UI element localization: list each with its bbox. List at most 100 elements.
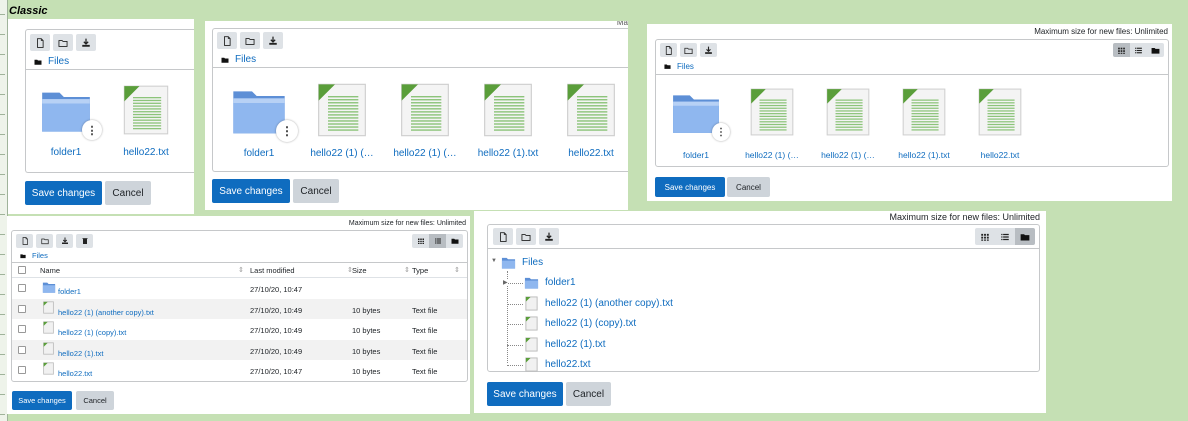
- grid-view-button[interactable]: [1113, 43, 1130, 57]
- tree-label[interactable]: hello22 (1).txt: [545, 339, 606, 350]
- table-row[interactable]: hello22.txt 27/10/20, 10:47 10 bytes Text f…: [12, 360, 467, 381]
- file-name[interactable]: folder1: [58, 287, 81, 296]
- new-file-button[interactable]: [493, 228, 513, 245]
- save-changes-button[interactable]: Save changes: [487, 382, 563, 406]
- new-folder-button[interactable]: [53, 34, 73, 51]
- file-name[interactable]: hello22 (1) (…: [387, 148, 463, 159]
- new-folder-button[interactable]: [36, 234, 53, 248]
- sort-icon[interactable]: ⇕: [454, 266, 460, 274]
- file-tile[interactable]: hello22 (1).txt: [478, 82, 538, 168]
- new-folder-button[interactable]: [240, 32, 260, 49]
- folder-tile[interactable]: ⋮ folder1: [668, 87, 730, 167]
- tree-view-button[interactable]: [1147, 43, 1164, 57]
- tree-view-button[interactable]: [1015, 228, 1035, 245]
- file-tile[interactable]: hello22.txt: [561, 82, 621, 168]
- file-name[interactable]: folder1: [30, 147, 102, 158]
- row-checkbox[interactable]: [18, 325, 26, 333]
- file-name[interactable]: hello22 (1).txt: [888, 150, 960, 160]
- table-row[interactable]: folder1 27/10/20, 10:47: [12, 278, 467, 299]
- save-changes-button[interactable]: Save changes: [25, 181, 102, 205]
- file-name[interactable]: hello22 (1) (…: [304, 148, 380, 159]
- file-name[interactable]: hello22 (1).txt: [470, 148, 546, 159]
- file-name[interactable]: folder1: [660, 150, 732, 160]
- table-row[interactable]: hello22 (1) (copy).txt 27/10/20, 10:49 10 …: [12, 319, 467, 340]
- file-tile[interactable]: hello22 (1) (…: [310, 82, 374, 168]
- tree-item[interactable]: hello22.txt: [524, 357, 591, 372]
- list-view-button[interactable]: [995, 228, 1015, 245]
- select-all-checkbox[interactable]: [18, 266, 26, 274]
- new-folder-button[interactable]: [516, 228, 536, 245]
- file-name[interactable]: folder1: [221, 148, 297, 159]
- file-name[interactable]: hello22.txt: [110, 147, 182, 158]
- file-tile[interactable]: hello22 (1).txt: [896, 87, 952, 167]
- cancel-button[interactable]: Cancel: [727, 177, 770, 197]
- grid-view-button[interactable]: [412, 234, 429, 248]
- breadcrumb-files[interactable]: Files: [235, 54, 256, 65]
- tree-item[interactable]: hello22 (1).txt: [524, 336, 606, 352]
- grid-view-button[interactable]: [975, 228, 995, 245]
- table-row[interactable]: hello22 (1).txt 27/10/20, 10:49 10 bytes Te…: [12, 339, 467, 360]
- sort-icon[interactable]: ⇕: [238, 266, 244, 274]
- column-header[interactable]: Name: [40, 266, 60, 275]
- folder-tile[interactable]: ⋮ folder1: [38, 84, 102, 166]
- column-header[interactable]: Size: [352, 266, 367, 275]
- new-file-button[interactable]: [30, 34, 50, 51]
- file-name[interactable]: hello22 (1) (…: [736, 150, 808, 160]
- list-view-button[interactable]: [1130, 43, 1147, 57]
- save-changes-button[interactable]: Save changes: [655, 177, 725, 197]
- folder-tile[interactable]: ⋮ folder1: [229, 82, 298, 168]
- tree-item[interactable]: hello22 (1) (another copy).txt: [524, 295, 673, 311]
- new-folder-button[interactable]: [680, 43, 697, 57]
- tree-label[interactable]: hello22 (1) (another copy).txt: [545, 298, 673, 309]
- download-button[interactable]: [76, 34, 96, 51]
- breadcrumb-files[interactable]: Files: [677, 62, 694, 71]
- new-file-button[interactable]: [217, 32, 237, 49]
- kebab-menu-icon[interactable]: ⋮: [82, 120, 102, 140]
- cancel-button[interactable]: Cancel: [105, 181, 151, 205]
- row-checkbox[interactable]: [18, 366, 26, 374]
- file-tile[interactable]: hello22 (1) (…: [820, 87, 876, 167]
- sort-icon[interactable]: ⇕: [404, 266, 410, 274]
- file-tile[interactable]: hello22.txt: [972, 87, 1028, 167]
- tree-item[interactable]: hello22 (1) (copy).txt: [524, 316, 636, 331]
- list-view-button[interactable]: [429, 234, 446, 248]
- file-tile[interactable]: hello22 (1) (…: [744, 87, 800, 167]
- file-name[interactable]: hello22.txt: [58, 369, 92, 378]
- tree-label[interactable]: folder1: [545, 277, 576, 288]
- tree-view-button[interactable]: [446, 234, 463, 248]
- cancel-button[interactable]: Cancel: [566, 382, 611, 406]
- expand-icon[interactable]: ▶: [503, 279, 508, 286]
- download-button[interactable]: [263, 32, 283, 49]
- file-name[interactable]: hello22.txt: [964, 150, 1036, 160]
- cancel-button[interactable]: Cancel: [76, 391, 114, 410]
- breadcrumb-files[interactable]: Files: [48, 56, 69, 67]
- file-tile[interactable]: hello22 (1) (…: [393, 82, 457, 168]
- kebab-menu-icon[interactable]: ⋮: [712, 123, 730, 141]
- file-name[interactable]: hello22 (1) (copy).txt: [58, 328, 126, 337]
- download-button[interactable]: [56, 234, 73, 248]
- save-changes-button[interactable]: Save changes: [12, 391, 72, 410]
- table-row[interactable]: hello22 (1) (another copy).txt 27/10/20, …: [12, 298, 467, 319]
- tree-label[interactable]: hello22.txt: [545, 359, 591, 370]
- save-changes-button[interactable]: Save changes: [212, 179, 290, 203]
- delete-button[interactable]: [76, 234, 93, 248]
- column-header[interactable]: Type: [412, 266, 428, 275]
- cancel-button[interactable]: Cancel: [293, 179, 339, 203]
- new-file-button[interactable]: [660, 43, 677, 57]
- file-name[interactable]: hello22 (1) (…: [812, 150, 884, 160]
- file-name[interactable]: hello22.txt: [553, 148, 628, 159]
- breadcrumb-files[interactable]: Files: [32, 251, 48, 260]
- breadcrumb[interactable]: Files: [34, 56, 69, 67]
- row-checkbox[interactable]: [18, 304, 26, 313]
- download-button[interactable]: [539, 228, 559, 245]
- file-name[interactable]: hello22 (1) (another copy).txt: [58, 308, 154, 317]
- tree-label[interactable]: Files: [522, 257, 543, 268]
- tree-item[interactable]: folder1: [524, 275, 576, 290]
- tree-root[interactable]: Files: [501, 255, 543, 270]
- file-tile[interactable]: hello22.txt: [118, 84, 174, 166]
- download-button[interactable]: [700, 43, 717, 57]
- collapse-icon[interactable]: ▼: [491, 258, 497, 264]
- tree-label[interactable]: hello22 (1) (copy).txt: [545, 318, 636, 329]
- breadcrumb[interactable]: Files: [664, 62, 694, 71]
- file-name[interactable]: hello22 (1).txt: [58, 349, 103, 358]
